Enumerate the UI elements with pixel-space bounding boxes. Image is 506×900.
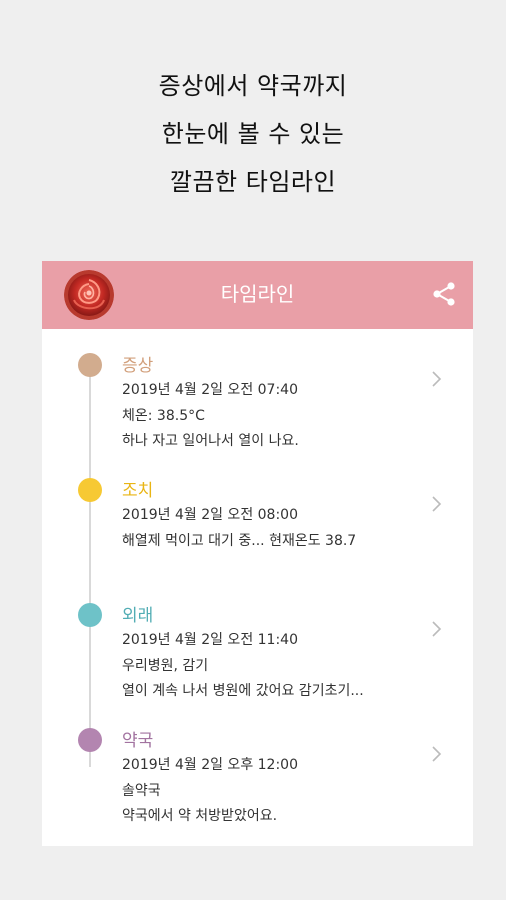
entry-detail: 우리병원, 감기 — [122, 658, 209, 674]
app-screen: 타임라인 증상 2019년 4월 2일 오전 07:40 체온: 38.5°C … — [42, 261, 473, 846]
timeline-dot — [78, 478, 102, 502]
headline-line-3: 깔끔한 타임라인 — [169, 168, 337, 196]
entry-datetime: 2019년 4월 2일 오전 11:40 — [122, 632, 298, 648]
timeline-item-symptom[interactable]: 증상 2019년 4월 2일 오전 07:40 체온: 38.5°C 하나 자고… — [42, 329, 473, 449]
chevron-right-icon — [432, 496, 442, 512]
entry-title: 외래 — [122, 606, 154, 626]
promo-headline: 증상에서 약국까지 한눈에 볼 수 있는 깔끔한 타임라인 — [0, 62, 506, 206]
share-button[interactable] — [429, 279, 459, 309]
share-icon — [433, 282, 455, 306]
chevron-right-icon — [432, 621, 442, 637]
chevron-right-icon — [432, 746, 442, 762]
chevron-right-icon — [432, 371, 442, 387]
headline-line-1: 증상에서 약국까지 — [158, 72, 348, 100]
entry-title: 약국 — [122, 731, 154, 751]
timeline-dot — [78, 603, 102, 627]
entry-datetime: 2019년 4월 2일 오후 12:00 — [122, 757, 298, 773]
timeline-list: 증상 2019년 4월 2일 오전 07:40 체온: 38.5°C 하나 자고… — [42, 329, 473, 846]
entry-note: 약국에서 약 처방받았어요. — [122, 808, 278, 824]
app-bar: 타임라인 — [42, 261, 473, 329]
entry-note: 열이 계속 나서 병원에 갔어요 감기초기... — [122, 683, 364, 699]
entry-datetime: 2019년 4월 2일 오전 07:40 — [122, 382, 298, 398]
timeline-item-visit[interactable]: 외래 2019년 4월 2일 오전 11:40 우리병원, 감기 열이 계속 나… — [42, 579, 473, 699]
entry-detail: 체온: 38.5°C — [122, 408, 205, 424]
entry-title: 증상 — [122, 356, 154, 376]
timeline-item-pharmacy[interactable]: 약국 2019년 4월 2일 오후 12:00 솔약국 약국에서 약 처방받았어… — [42, 704, 473, 824]
timeline-dot — [78, 728, 102, 752]
timeline-dot — [78, 353, 102, 377]
entry-detail: 해열제 먹이고 대기 중... 현재온도 38.7 — [122, 533, 357, 549]
entry-title: 조치 — [122, 481, 154, 501]
page-title: 타임라인 — [220, 282, 295, 306]
timeline-item-action[interactable]: 조치 2019년 4월 2일 오전 08:00 해열제 먹이고 대기 중... … — [42, 454, 473, 566]
headline-line-2: 한눈에 볼 수 있는 — [161, 120, 345, 148]
entry-detail: 솔약국 — [122, 783, 161, 799]
entry-datetime: 2019년 4월 2일 오전 08:00 — [122, 507, 298, 523]
entry-note: 하나 자고 일어나서 열이 나요. — [122, 433, 299, 449]
